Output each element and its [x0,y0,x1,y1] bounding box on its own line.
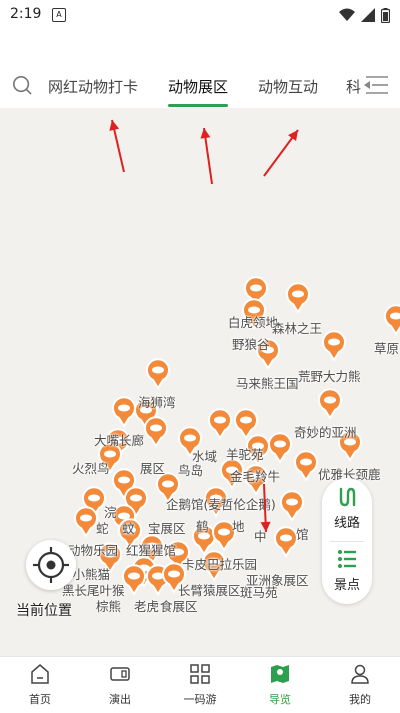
nav-home-label: 首页 [29,693,51,706]
grid-icon [190,664,210,684]
category-tabs: 网红动物打卡 动物展区 动物互动 科 [0,60,400,108]
ticket-icon [110,667,130,681]
gesture-bar [0,708,400,712]
locate-label: 当前位置 [16,603,72,619]
home-icon [31,664,49,684]
route-label: 线路 [333,516,360,531]
list-icon [338,550,356,568]
battery-icon [381,7,390,23]
annotation-arrowhead [109,120,120,131]
status-bar: 2:19 A [0,0,400,34]
bottom-nav: 首页 演出 一码游 导览 我的 [0,656,400,713]
spots-label: 景点 [333,578,360,593]
annotation-arrowhead [260,521,271,532]
user-icon [351,664,369,684]
signal-icon [361,8,375,22]
map-tools-panel: 线路 景点 [322,478,372,604]
route-icon [339,487,356,507]
side-divider [330,541,364,542]
wifi-icon [339,8,355,21]
locate-button[interactable] [26,540,76,590]
search-icon[interactable] [12,75,32,95]
crosshair-icon [33,547,69,583]
annotation-arrowhead [200,128,211,139]
tab-animal-exhibits[interactable]: 动物展区 [168,76,229,107]
menu-icon[interactable] [362,74,390,96]
nav-guide-label: 导览 [269,693,291,706]
notification-icon: A [52,8,66,22]
tab-animal-interaction[interactable]: 动物互动 [258,76,318,97]
tab-science[interactable]: 科 [346,76,361,97]
nav-shows-label: 演出 [109,693,131,706]
route-button[interactable]: 线路 [322,486,372,531]
tab-internet-celebrity[interactable]: 网红动物打卡 [48,76,138,97]
status-time: 2:19 [10,6,42,22]
nav-guide[interactable]: 导览 [240,657,320,713]
nav-code-tour[interactable]: 一码游 [160,657,240,713]
nav-home[interactable]: 首页 [0,657,80,713]
nav-mine[interactable]: 我的 [320,657,400,713]
nav-mine-label: 我的 [349,693,371,706]
spots-button[interactable]: 景点 [322,548,372,593]
map-guide-icon [271,665,289,683]
nav-shows[interactable]: 演出 [80,657,160,713]
annotation-arrowhead [288,130,298,142]
nav-code-tour-label: 一码游 [183,693,217,706]
